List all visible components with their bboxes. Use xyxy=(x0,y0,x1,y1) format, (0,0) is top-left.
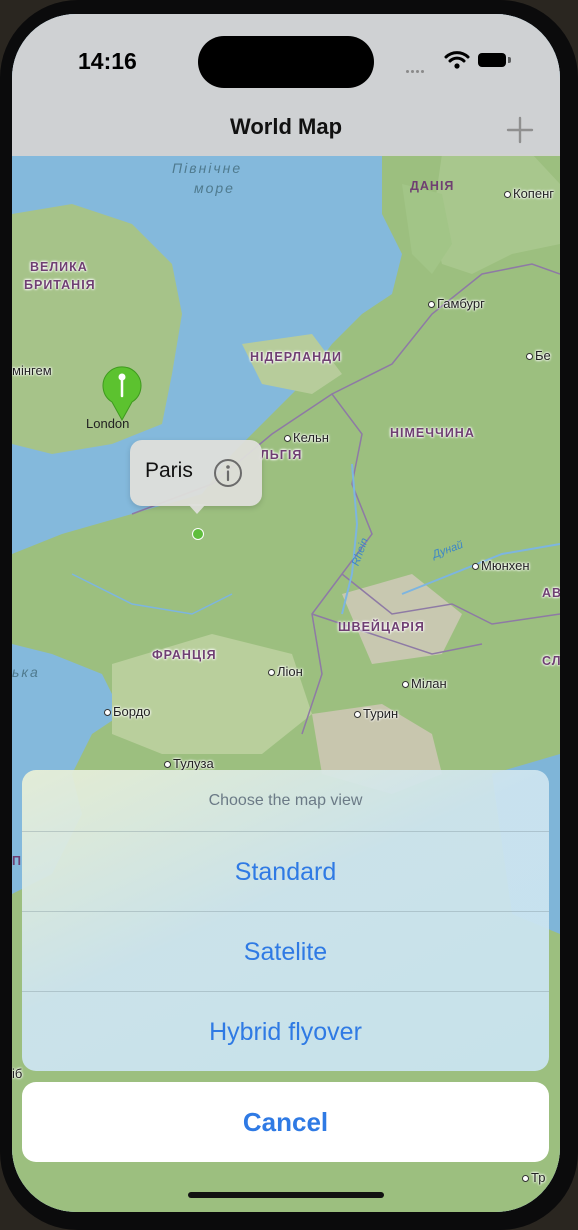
london-pin[interactable] xyxy=(100,366,144,422)
battery-icon xyxy=(478,53,506,67)
status-time: 14:16 xyxy=(78,48,137,74)
map-label-great-britain-2: БРИТАНІЯ xyxy=(24,278,96,292)
info-icon[interactable] xyxy=(212,457,244,489)
map-label-munich: Мюнхен xyxy=(472,558,530,573)
map-label-cologne: Кельн xyxy=(284,430,329,445)
london-pin-label: London xyxy=(86,416,130,431)
map-label-belgium: ЛЬГІЯ xyxy=(260,448,303,462)
map-label-toulouse: Тулуза xyxy=(164,756,214,771)
map-label-great-britain: ВЕЛИКА xyxy=(30,260,88,274)
status-bar: 14:16 xyxy=(12,14,560,104)
wifi-icon xyxy=(444,51,470,69)
map-label-netherlands: НІДЕРЛАНДИ xyxy=(250,350,343,364)
option-satellite[interactable]: Satelite xyxy=(22,911,549,992)
map-label-bay-of-biscay: ька xyxy=(12,664,40,680)
screen: Північне море ДАНІЯ Копенг ВЕЛИКА БРИТАН… xyxy=(12,14,560,1212)
action-sheet-title: Choose the map view xyxy=(208,792,363,809)
map-label-denmark: ДАНІЯ xyxy=(410,179,455,193)
paris-callout[interactable]: Paris xyxy=(130,440,262,506)
add-button[interactable] xyxy=(502,112,538,148)
option-standard[interactable]: Standard xyxy=(22,831,549,912)
map-label-copenhagen: Копенг xyxy=(504,186,554,201)
map-view-action-sheet: Choose the map view Standard Satelite Hy… xyxy=(22,770,549,1071)
map-label-north-sea: Північне xyxy=(172,160,243,176)
home-indicator xyxy=(188,1192,384,1198)
map-label-france: ФРАНЦІЯ xyxy=(152,648,217,662)
paris-location-dot[interactable] xyxy=(192,528,204,540)
map-label-bordeaux: Бордо xyxy=(104,704,151,719)
cellular-signal-icon xyxy=(406,60,426,78)
battery-tip xyxy=(508,57,511,63)
device-frame: Північне море ДАНІЯ Копенг ВЕЛИКА БРИТАН… xyxy=(0,0,578,1230)
map-label-birmingham: мінгем xyxy=(12,363,52,378)
page-title: World Map xyxy=(229,114,343,139)
map-label-lyon: Ліон xyxy=(268,664,303,679)
map-label-austria: АВ xyxy=(542,586,560,600)
callout-title: Paris xyxy=(145,459,193,482)
option-hybrid-flyover[interactable]: Hybrid flyover xyxy=(22,991,549,1071)
map-label-trieste: Тр xyxy=(522,1170,545,1185)
navigation-bar: World Map xyxy=(12,104,560,156)
map-label-switzerland: ШВЕЙЦАРІЯ xyxy=(338,620,425,634)
map-label-germany: НІМЕЧЧИНА xyxy=(390,426,475,440)
dynamic-island xyxy=(198,36,374,88)
map-label-bottom-edge: іб xyxy=(12,1066,23,1081)
map-label-north-sea-2: море xyxy=(194,180,235,196)
cancel-button[interactable]: Cancel xyxy=(22,1082,549,1162)
map-label-slovenia: СЛ xyxy=(542,654,560,668)
map-label-left-edge: П xyxy=(12,854,22,868)
map-label-turin: Турин xyxy=(354,706,398,721)
callout-tail xyxy=(188,504,206,514)
map-label-milan: Мілан xyxy=(402,676,447,691)
map-label-berlin: Бе xyxy=(526,348,551,363)
map-label-hamburg: Гамбург xyxy=(428,296,485,311)
